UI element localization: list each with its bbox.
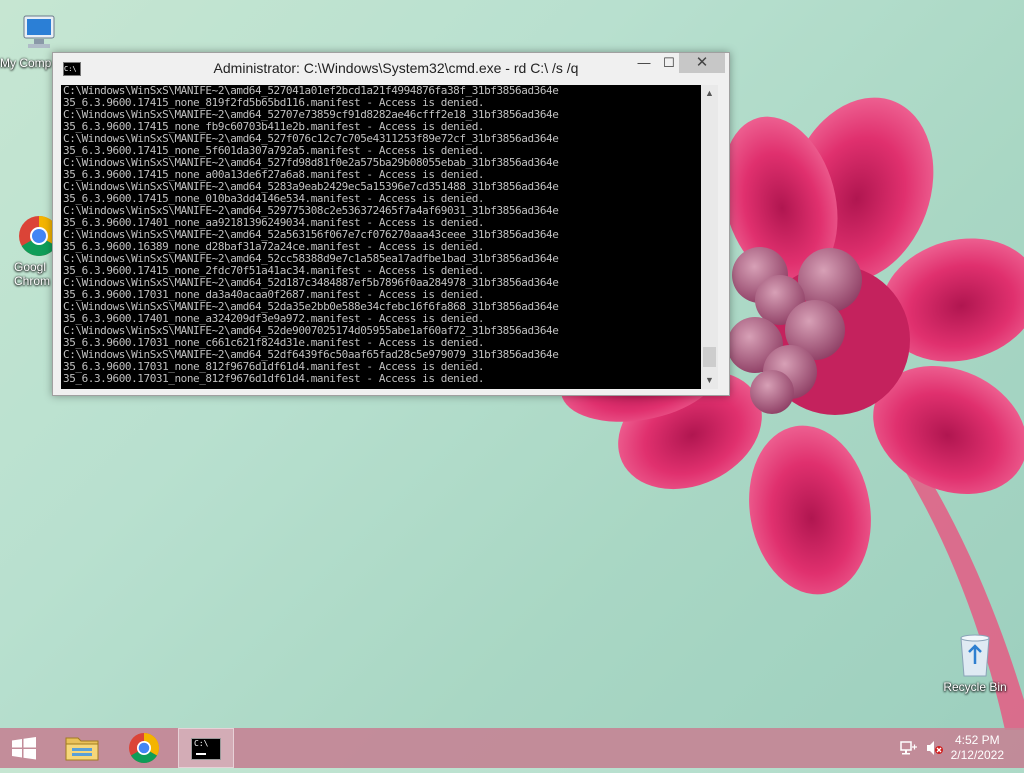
cmd-icon: C:\ (191, 738, 221, 760)
scrollbar-thumb[interactable] (703, 347, 716, 367)
taskbar-google-chrome[interactable] (118, 728, 170, 768)
maximize-button[interactable]: ☐ (659, 53, 679, 73)
clock-time: 4:52 PM (954, 733, 1000, 747)
close-button[interactable]: ✕ (679, 53, 725, 73)
scroll-up-arrow-icon[interactable]: ▲ (701, 85, 718, 102)
vertical-scrollbar[interactable]: ▲ ▼ (701, 85, 718, 389)
window-title: Administrator: C:\Windows\System32\cmd.e… (213, 60, 579, 76)
chrome-icon (129, 733, 160, 764)
taskbar-clock[interactable]: 4:52 PM 2/12/2022 (951, 733, 1004, 763)
folder-icon (65, 737, 99, 761)
computer-icon (23, 15, 55, 48)
scroll-down-arrow-icon[interactable]: ▼ (701, 372, 718, 389)
clock-date: 2/12/2022 (950, 748, 1004, 762)
start-button[interactable] (0, 728, 48, 768)
console-output[interactable]: C:\Windows\WinSxS\MANIFE~2\amd64_527041a… (61, 85, 701, 389)
minimize-button[interactable]: — (629, 53, 659, 73)
desktop-icon-recycle-bin[interactable]: Recycle Bin (940, 630, 1010, 694)
desktop-icon-label: Recycle Bin (943, 680, 1007, 694)
volume-muted-icon[interactable] (926, 740, 944, 756)
taskbar-file-explorer[interactable] (56, 728, 108, 768)
console-line: 35_6.3.9600.17031_none_812f9676d1df61d4.… (63, 372, 485, 385)
taskbar-command-prompt[interactable]: C:\ (178, 728, 234, 768)
cmd-window[interactable]: C:\ Administrator: C:\Windows\System32\c… (52, 52, 730, 396)
recycle-bin-icon (960, 634, 990, 677)
cmd-icon-text: C:\ (194, 739, 209, 748)
taskbar: C:\ 4:52 PM 2/12/2022 (0, 728, 1024, 768)
system-tray: 4:52 PM 2/12/2022 (884, 728, 1024, 768)
network-icon[interactable] (900, 740, 918, 756)
window-titlebar[interactable]: C:\ Administrator: C:\Windows\System32\c… (53, 53, 729, 85)
console-text: C:\Windows\WinSxS\MANIFE~2\amd64_527041a… (61, 85, 701, 385)
windows-logo-icon (12, 737, 36, 760)
